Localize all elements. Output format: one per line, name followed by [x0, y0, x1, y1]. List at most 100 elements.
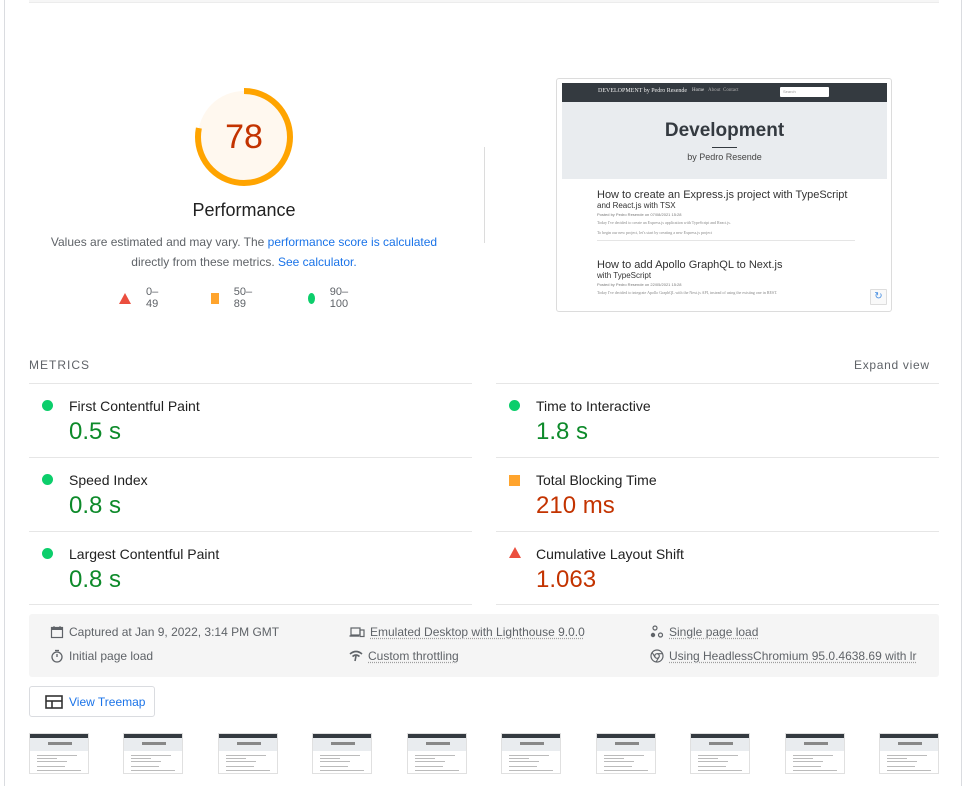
- legend-range: 90–100: [329, 286, 349, 310]
- recaptcha-icon: ↻: [870, 289, 887, 305]
- legend-range: 0–49: [146, 286, 159, 310]
- triangle-icon: [119, 292, 131, 304]
- preview-nav-link: About: [708, 88, 721, 93]
- treemap-icon: [45, 694, 63, 709]
- pass-circle-icon: [42, 400, 53, 411]
- preview-post-title: How to create an Express.js project with…: [597, 189, 848, 201]
- treemap-label: View Treemap: [69, 694, 146, 709]
- final-screenshot[interactable]: DEVELOPMENT by Pedro Resende Home About …: [556, 78, 892, 312]
- preview-title: Development: [664, 120, 785, 141]
- metric-name: Largest Contentful Paint: [69, 546, 220, 562]
- pass-circle-icon: [42, 474, 53, 485]
- metric-name: First Contentful Paint: [69, 398, 200, 414]
- description-text: Values are estimated and may vary. The: [50, 235, 268, 249]
- filmstrip-frame: [29, 733, 89, 774]
- metric-first-contentful-paint: First Contentful Paint 0.5 s: [29, 384, 472, 458]
- metric-name: Speed Index: [69, 472, 148, 488]
- filmstrip-frame: [596, 733, 656, 774]
- preview-nav-link: Home: [692, 88, 705, 93]
- metric-largest-contentful-paint: Largest Contentful Paint 0.8 s: [29, 532, 472, 606]
- preview-brand: DEVELOPMENT by Pedro Resende: [598, 88, 688, 94]
- score-calculation-link[interactable]: performance score is calculated: [268, 235, 437, 249]
- stopwatch-icon: [51, 649, 63, 663]
- metric-name: Time to Interactive: [536, 398, 651, 414]
- pass-circle-icon: [509, 400, 520, 411]
- preview-post-title: How to add Apollo GraphQL to Next.js: [597, 259, 783, 271]
- metric-speed-index: Speed Index 0.8 s: [29, 458, 472, 532]
- preview-post-meta: Posted by Pedro Resende on 07/08/2021 15…: [597, 212, 682, 217]
- metric-value: 0.8 s: [69, 492, 122, 519]
- filmstrip-frame: [218, 733, 278, 774]
- single-page-load[interactable]: Single page load: [650, 625, 758, 639]
- preview-post-meta: Posted by Pedro Resende on 22/05/2021 15…: [597, 282, 682, 287]
- preview-post-subtitle: with TypeScript: [597, 271, 652, 280]
- gauge-score: 78: [225, 118, 263, 156]
- preview-nav-link: Contact: [723, 88, 739, 93]
- metric-value: 1.063: [536, 566, 597, 593]
- gauge-label: Performance: [192, 200, 296, 220]
- runtime-settings: Captured at Jan 9, 2022, 3:14 PM GMT Ini…: [29, 614, 939, 677]
- wifi-icon: [349, 650, 363, 662]
- preview-search: Search: [780, 87, 829, 97]
- captured-text: Captured at Jan 9, 2022, 3:14 PM GMT: [69, 625, 280, 639]
- legend-pass: 90–100: [308, 286, 352, 310]
- description-text-2: directly from these metrics.: [131, 255, 275, 269]
- fail-triangle-icon: [509, 547, 521, 558]
- preview-post: How to create an Express.js project with…: [597, 189, 857, 241]
- pass-circle-icon: [42, 548, 53, 559]
- filmstrip-frame: [407, 733, 467, 774]
- network-throttling[interactable]: Custom throttling: [349, 649, 459, 663]
- preview-post-text: To begin our new project, let's start by…: [597, 230, 713, 235]
- captured-at: Captured at Jan 9, 2022, 3:14 PM GMT: [50, 625, 279, 639]
- circle-icon: [308, 292, 315, 304]
- score-description: Values are estimated and may vary. The p…: [44, 232, 444, 272]
- metric-value: 210 ms: [536, 492, 615, 519]
- filmstrip-frame: [501, 733, 561, 774]
- preview-rule: [712, 147, 737, 148]
- legend-average: 50–89: [211, 286, 255, 310]
- preview-post: How to add Apollo GraphQL to Next.js wit…: [597, 259, 857, 298]
- average-square-icon: [509, 475, 520, 486]
- initial-load-text: Initial page load: [69, 649, 154, 663]
- single-load-text[interactable]: Single page load: [669, 625, 758, 639]
- preview-post-text: Today I've decided to create an Express.…: [597, 220, 731, 225]
- preview-post-subtitle: and React.js with TSX: [597, 201, 676, 210]
- vertical-divider: [484, 147, 485, 243]
- metric-value: 0.8 s: [69, 566, 122, 593]
- filmstrip-frame: [879, 733, 939, 774]
- preview-hero: Development by Pedro Resende: [562, 102, 887, 179]
- top-divider: [29, 0, 939, 3]
- view-treemap-button[interactable]: View Treemap: [29, 686, 155, 717]
- metric-time-to-interactive: Time to Interactive 1.8 s: [496, 384, 939, 458]
- expand-view-toggle[interactable]: Expand view: [854, 358, 930, 372]
- metrics-title: METRICS: [29, 358, 90, 372]
- throttling-text[interactable]: Custom throttling: [368, 649, 459, 663]
- calendar-icon: [50, 626, 64, 639]
- filmstrip-frame: [312, 733, 372, 774]
- initial-page-load: Initial page load: [50, 649, 153, 663]
- performance-gauge[interactable]: 78: [194, 87, 294, 187]
- metric-total-blocking-time: Total Blocking Time 210 ms: [496, 458, 939, 532]
- browser-version[interactable]: Using HeadlessChromium 95.0.4638.69 with…: [650, 649, 916, 663]
- metric-cumulative-layout-shift: Cumulative Layout Shift 1.063: [496, 532, 939, 606]
- filmstrip-frame: [690, 733, 750, 774]
- filmstrip-frame: [123, 733, 183, 774]
- nodes-icon: [650, 625, 664, 638]
- browser-text[interactable]: Using HeadlessChromium 95.0.4638.69 with…: [669, 649, 916, 663]
- metric-value: 1.8 s: [536, 418, 589, 445]
- preview-subtitle: by Pedro Resende: [687, 152, 762, 162]
- legend-range: 50–89: [233, 286, 253, 310]
- emulated-text[interactable]: Emulated Desktop with Lighthouse 9.0.0: [370, 625, 585, 639]
- devices-icon: [349, 627, 365, 638]
- preview-post-rule: [597, 240, 855, 241]
- chrome-icon: [650, 649, 664, 663]
- legend-fail: 0–49: [119, 286, 158, 310]
- metric-name: Total Blocking Time: [536, 472, 657, 488]
- metric-name: Cumulative Layout Shift: [536, 546, 684, 562]
- emulated-device[interactable]: Emulated Desktop with Lighthouse 9.0.0: [349, 625, 585, 639]
- filmstrip-frame: [785, 733, 845, 774]
- calculator-link[interactable]: See calculator.: [278, 255, 357, 269]
- square-icon: [211, 292, 219, 304]
- metric-value: 0.5 s: [69, 418, 122, 445]
- preview-post-text: Today I've decided to integrate Apollo G…: [597, 290, 778, 295]
